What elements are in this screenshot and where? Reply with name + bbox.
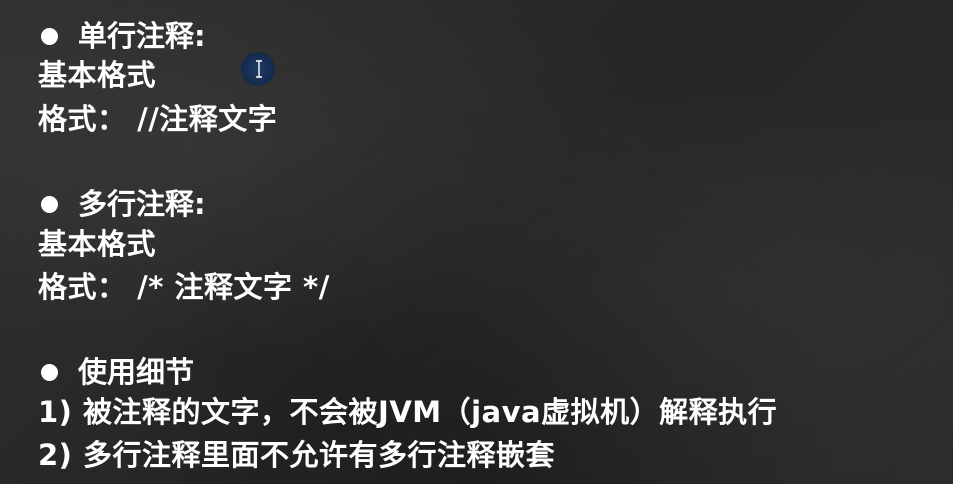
chalkboard-slide: 单行注释: 基本格式 格式： //注释文字 多行注释: 基本格式 格式： /* … bbox=[0, 0, 953, 484]
section-single-line-text-2: 格式： //注释文字 bbox=[38, 102, 278, 136]
bullet-dot-icon bbox=[41, 27, 58, 45]
bullet-dot-icon bbox=[41, 195, 58, 213]
section-usage-details-text-1: 1) 被注释的文字，不会被JVM（java虚拟机）解释执行 bbox=[38, 395, 778, 429]
section-single-line-text-1: 基本格式 bbox=[38, 58, 157, 92]
section-multi-line-text-1: 基本格式 bbox=[38, 227, 157, 261]
section-multi-line-heading: 多行注释: bbox=[38, 186, 206, 222]
section-usage-details-heading: 使用细节 bbox=[38, 354, 194, 390]
section-heading-text: 多行注释: bbox=[78, 187, 206, 221]
section-multi-line-text-2: 格式： /* 注释文字 */ bbox=[38, 270, 330, 304]
section-usage-details-text-2: 2) 多行注释里面不允许有多行注释嵌套 bbox=[38, 438, 556, 472]
section-heading-text: 单行注释: bbox=[78, 19, 206, 53]
section-heading-text: 使用细节 bbox=[78, 355, 195, 389]
text-cursor-icon bbox=[256, 60, 262, 78]
section-single-line-heading: 单行注释: bbox=[38, 18, 206, 54]
bullet-dot-icon bbox=[41, 363, 58, 381]
